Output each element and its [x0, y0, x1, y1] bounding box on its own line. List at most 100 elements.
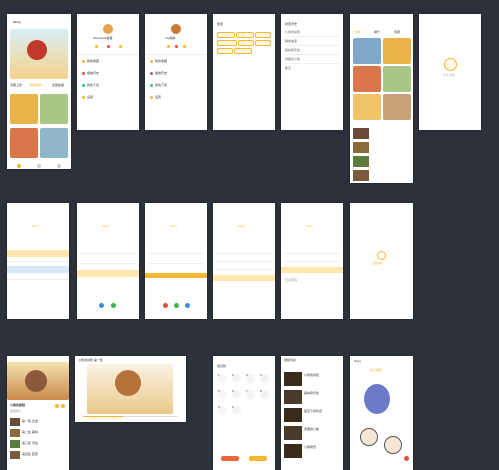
grid-card[interactable]	[353, 38, 381, 64]
grid-card[interactable]	[353, 94, 381, 120]
list-thumb[interactable]	[353, 142, 369, 153]
video-title[interactable]: 勇敢的小兔	[304, 428, 319, 431]
tag-chip[interactable]	[217, 40, 237, 46]
avatar[interactable]	[171, 24, 181, 34]
grid-card[interactable]	[383, 94, 411, 120]
tag-chip[interactable]	[238, 40, 254, 46]
confirm-button[interactable]	[221, 456, 239, 461]
key-2[interactable]: 2	[232, 374, 241, 383]
list-thumb[interactable]	[353, 156, 369, 167]
phone-field[interactable]	[7, 250, 69, 257]
key-3[interactable]: 3	[246, 374, 255, 383]
video-thumb[interactable]	[284, 372, 302, 386]
episode-thumb[interactable]	[10, 429, 20, 437]
wechat-icon[interactable]	[174, 303, 179, 308]
row-label[interactable]: 播放历史	[87, 72, 99, 75]
login-button[interactable]	[145, 273, 207, 278]
stat-icon[interactable]	[95, 45, 98, 48]
key-6[interactable]: 6	[232, 390, 241, 399]
row-label[interactable]: 我的收藏	[155, 60, 167, 63]
forgot-link[interactable]: 忘记密码	[285, 279, 297, 282]
tab-2[interactable]: 专题	[394, 31, 400, 34]
episode-title[interactable]: 第四集 回家	[22, 453, 38, 456]
share-icon[interactable]	[55, 404, 59, 408]
weibo-icon[interactable]	[163, 303, 168, 308]
video-thumb[interactable]	[284, 390, 302, 404]
episode-thumb[interactable]	[10, 418, 20, 426]
video-title[interactable]: 森林音乐会	[304, 392, 319, 395]
wechat-icon[interactable]	[111, 303, 116, 308]
card-2[interactable]	[10, 128, 38, 158]
tag-chip[interactable]	[217, 48, 233, 54]
video-thumb[interactable]	[284, 444, 302, 458]
video-title[interactable]: 小熊的冒险	[304, 374, 319, 377]
avatar[interactable]	[103, 24, 113, 34]
key-7[interactable]: 7	[246, 390, 255, 399]
tab-1[interactable]: 排行	[374, 31, 380, 34]
tag-chip[interactable]	[236, 32, 254, 38]
video-title[interactable]: 小猪佩奇	[304, 446, 316, 449]
tag-chip[interactable]	[234, 48, 252, 54]
tab-0[interactable]: 分类	[354, 31, 360, 34]
stat-icon[interactable]	[107, 45, 110, 48]
submit-button[interactable]	[281, 267, 343, 273]
register-button[interactable]	[213, 275, 275, 281]
row-label[interactable]: 我的下载	[87, 84, 99, 87]
tag-chip[interactable]	[217, 32, 235, 38]
tag-chip[interactable]	[255, 40, 271, 46]
progress-bar[interactable]	[83, 416, 123, 417]
stat-icon[interactable]	[119, 45, 122, 48]
nav-mine-icon[interactable]	[57, 164, 61, 168]
next-button[interactable]	[249, 456, 267, 461]
tab-2[interactable]: 全部故事	[52, 84, 64, 87]
row-label[interactable]: 设置	[87, 96, 93, 99]
qq-icon[interactable]	[185, 303, 190, 308]
key-1[interactable]: 1	[218, 374, 227, 383]
history-item[interactable]: 小熊的冒险	[285, 31, 300, 34]
tag-chip[interactable]	[255, 32, 271, 38]
stat-icon[interactable]	[175, 45, 178, 48]
key-5[interactable]: 5	[218, 390, 227, 399]
key-8[interactable]: 8	[260, 390, 269, 399]
key-9[interactable]: 9	[218, 406, 227, 415]
episode-thumb[interactable]	[10, 451, 20, 459]
stat-icon[interactable]	[183, 45, 186, 48]
episode-title[interactable]: 第二集 森林	[22, 431, 38, 434]
video-title[interactable]: 星空下的约定	[304, 410, 322, 413]
video-thumb[interactable]	[284, 426, 302, 440]
card-1[interactable]	[40, 94, 68, 124]
grid-card[interactable]	[383, 66, 411, 92]
row-label[interactable]: 播放历史	[155, 72, 167, 75]
tab-1[interactable]: 精选推荐	[30, 84, 42, 87]
cover-tab[interactable]: 热门推荐	[370, 369, 382, 372]
row-label[interactable]: 设置	[155, 96, 161, 99]
history-item[interactable]: 勇敢的小兔	[285, 58, 300, 61]
login-button[interactable]	[77, 270, 139, 277]
list-thumb[interactable]	[353, 170, 369, 181]
stat-icon[interactable]	[167, 45, 170, 48]
video-thumb[interactable]	[284, 408, 302, 422]
key-4[interactable]: 4	[260, 374, 269, 383]
episode-thumb[interactable]	[10, 440, 20, 448]
collect-icon[interactable]	[61, 404, 65, 408]
history-item[interactable]: 森林音乐会	[285, 49, 300, 52]
nav-home-icon[interactable]	[17, 164, 21, 168]
password-field[interactable]	[7, 266, 69, 273]
back-icon[interactable]: ‹	[9, 21, 10, 24]
row-label[interactable]: 我的下载	[155, 84, 167, 87]
history-item[interactable]: 星空	[285, 67, 291, 70]
tab-0[interactable]: 近期上新	[10, 84, 22, 87]
card-0[interactable]	[10, 94, 38, 124]
card-3[interactable]	[40, 128, 68, 158]
grid-card[interactable]	[353, 66, 381, 92]
episode-title[interactable]: 第一集 出发	[22, 420, 38, 423]
row-label[interactable]: 我的收藏	[87, 60, 99, 63]
history-item[interactable]: 睡前故事	[285, 40, 297, 43]
episode-title[interactable]: 第三集 河边	[22, 442, 38, 445]
grid-card[interactable]	[383, 38, 411, 64]
list-thumb[interactable]	[353, 128, 369, 139]
nav-category-icon[interactable]	[37, 164, 41, 168]
play-icon[interactable]	[404, 456, 409, 461]
key-0[interactable]: 0	[232, 406, 241, 415]
qq-icon[interactable]	[99, 303, 104, 308]
